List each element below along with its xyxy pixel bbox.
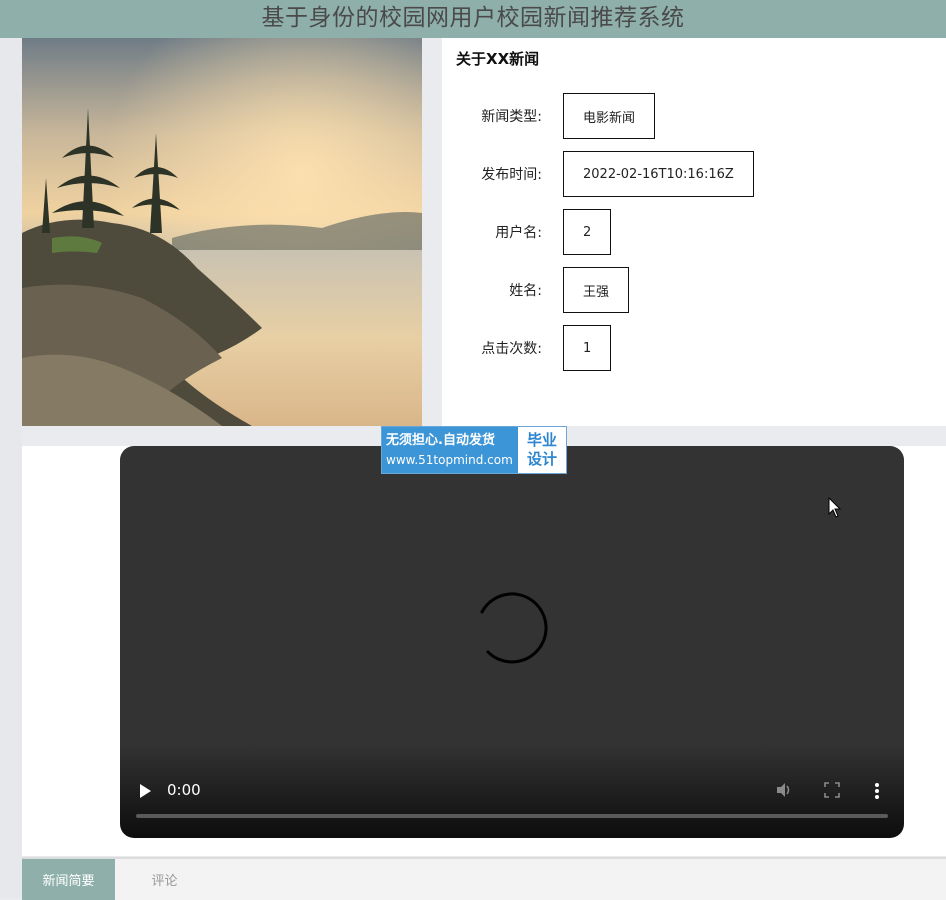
watermark-right: 毕业 设计 xyxy=(518,427,566,473)
play-icon[interactable] xyxy=(138,782,152,800)
watermark-badge: 无须担心.自动发货 www.51topmind.com 毕业 设计 xyxy=(381,426,567,474)
about-title: 关于XX新闻 xyxy=(456,50,540,68)
tab-news-summary[interactable]: 新闻简要 xyxy=(22,859,115,900)
app-header: 基于身份的校园网用户校园新闻推荐系统 xyxy=(0,0,946,38)
watermark-left: 无须担心.自动发货 www.51topmind.com xyxy=(382,427,518,473)
name-value: 王强 xyxy=(563,267,630,313)
field-label: 点击次数: xyxy=(481,341,542,357)
field-news-type: 新闻类型: 电影新闻 xyxy=(442,93,656,139)
news-type-value: 电影新闻 xyxy=(563,93,656,139)
field-label: 新闻类型: xyxy=(481,109,542,125)
page-title: 基于身份的校园网用户校园新闻推荐系统 xyxy=(261,5,685,31)
tab-comments[interactable]: 评论 xyxy=(132,859,197,900)
left-gutter xyxy=(0,38,22,898)
username-value: 2 xyxy=(563,209,612,255)
video-controls: 0:00 xyxy=(120,748,904,838)
more-vert-icon[interactable] xyxy=(874,782,880,800)
video-progress-bar[interactable] xyxy=(136,814,888,818)
video-section: 0:00 xyxy=(22,446,946,856)
video-time: 0:00 xyxy=(167,781,201,799)
volume-icon[interactable] xyxy=(775,781,793,799)
fullscreen-icon[interactable] xyxy=(824,782,840,798)
news-image xyxy=(22,38,422,426)
field-label: 用户名: xyxy=(495,225,542,241)
field-publish-time: 发布时间: 2022-02-16T10:16:16Z xyxy=(442,151,754,197)
field-label: 姓名: xyxy=(509,283,542,299)
click-count-value: 1 xyxy=(563,325,612,371)
watermark-url: www.51topmind.com xyxy=(386,453,513,467)
field-label: 发布时间: xyxy=(481,167,542,183)
watermark-right-line2: 设计 xyxy=(526,450,557,468)
field-click-count: 点击次数: 1 xyxy=(442,325,612,371)
loading-spinner-icon xyxy=(480,592,548,664)
watermark-right-line1: 毕业 xyxy=(526,431,557,449)
landscape-photo-icon xyxy=(22,38,422,426)
video-player[interactable]: 0:00 xyxy=(120,446,904,838)
field-username: 用户名: 2 xyxy=(442,209,612,255)
mouse-cursor-icon xyxy=(828,497,842,518)
tab-bar: 新闻简要 评论 xyxy=(22,857,946,900)
publish-time-value: 2022-02-16T10:16:16Z xyxy=(563,151,754,197)
news-info-panel: 关于XX新闻 新闻类型: 电影新闻 发布时间: 2022-02-16T10:16… xyxy=(442,38,946,426)
field-name: 姓名: 王强 xyxy=(442,267,630,313)
watermark-line1: 无须担心.自动发货 xyxy=(386,433,495,448)
